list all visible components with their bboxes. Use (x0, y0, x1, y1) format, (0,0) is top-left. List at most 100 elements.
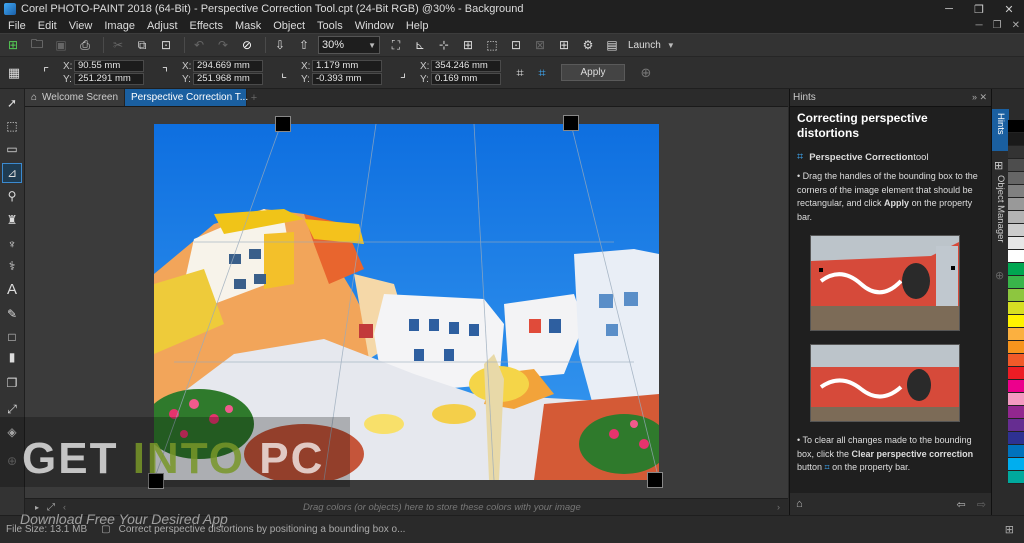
palette-swatch[interactable] (1008, 237, 1024, 250)
x-field-3[interactable]: 1.179 mm (312, 60, 382, 72)
paint-tool-icon[interactable]: ✎ (2, 304, 22, 324)
clone-tool-icon[interactable]: ♜ (2, 210, 22, 230)
launch-icon[interactable]: ▤ (602, 35, 622, 55)
perspective-correction-tool-icon[interactable]: ⊿ (2, 163, 22, 183)
menu-adjust[interactable]: Adjust (141, 20, 184, 32)
show-guidelines-icon[interactable]: ⊹ (434, 35, 454, 55)
menu-image[interactable]: Image (98, 20, 141, 32)
palette-swatch[interactable] (1008, 393, 1024, 406)
hints-forward-icon[interactable]: ⇨ (977, 499, 986, 511)
undo-icon[interactable]: ↶ (189, 35, 209, 55)
palette-swatch[interactable] (1008, 367, 1024, 380)
palette-swatch[interactable] (1008, 250, 1024, 263)
palette-swatch[interactable] (1008, 341, 1024, 354)
hints-home-icon[interactable]: ⌂ (796, 498, 803, 510)
apply-button[interactable]: Apply (561, 64, 625, 81)
object-manager-icon[interactable]: ⊞ (994, 159, 1003, 172)
palette-swatch[interactable] (1008, 406, 1024, 419)
bounding-box-handle-top-left[interactable] (275, 116, 291, 132)
x-field-2[interactable]: 294.669 mm (193, 60, 263, 72)
doc-minimize-icon[interactable]: ─ (976, 20, 983, 31)
palette-swatch[interactable] (1008, 172, 1024, 185)
palette-swatch[interactable] (1008, 146, 1024, 159)
hints-back-icon[interactable]: ⇦ (957, 499, 966, 511)
docker-add-icon[interactable]: ⊕ (995, 269, 1004, 282)
show-rulers-icon[interactable]: ⊾ (410, 35, 430, 55)
eyedropper-tool-icon[interactable]: ⤢ (2, 399, 22, 419)
palette-swatch[interactable] (1008, 276, 1024, 289)
mask-overlay-icon[interactable]: ⊠ (530, 35, 550, 55)
palette-swatch[interactable] (1008, 458, 1024, 471)
crop-perspective-icon[interactable]: ⌗ (509, 62, 531, 84)
palette-swatch[interactable] (1008, 224, 1024, 237)
print-icon[interactable]: ⎙ (75, 35, 95, 55)
y-field-3[interactable]: -0.393 mm (312, 73, 382, 85)
palette-swatch[interactable] (1008, 159, 1024, 172)
rectangle-tool-icon[interactable]: □ (2, 327, 22, 347)
export-icon[interactable]: ⇧ (294, 35, 314, 55)
palette-swatch[interactable] (1008, 315, 1024, 328)
menu-window[interactable]: Window (349, 20, 400, 32)
palette-swatch[interactable] (1008, 328, 1024, 341)
cut-icon[interactable]: ✂ (108, 35, 128, 55)
menu-help[interactable]: Help (400, 20, 435, 32)
menu-file[interactable]: File (2, 20, 32, 32)
zoom-level-select[interactable]: 30% ▼ (318, 36, 380, 54)
bounding-box-handle-top-right[interactable] (563, 115, 579, 131)
red-eye-tool-icon[interactable]: ⚕ (2, 256, 22, 276)
docker-tab-object-manager[interactable]: Object Manager (992, 175, 1009, 255)
tool-presets-icon[interactable]: ▦ (3, 62, 25, 84)
palette-swatch[interactable] (1008, 263, 1024, 276)
copy-icon[interactable]: ⧉ (132, 35, 152, 55)
transform-tool-icon[interactable]: ⬚ (2, 116, 22, 136)
menu-effects[interactable]: Effects (184, 20, 229, 32)
palette-swatch[interactable] (1008, 380, 1024, 393)
palette-swatch[interactable] (1008, 419, 1024, 432)
minimize-button[interactable]: ─ (934, 0, 964, 18)
palette-swatch[interactable] (1008, 354, 1024, 367)
palette-swatch[interactable] (1008, 445, 1024, 458)
pick-tool-icon[interactable]: ➚ (2, 93, 22, 113)
import-icon[interactable]: ⇩ (270, 35, 290, 55)
palette-swatch[interactable] (1008, 302, 1024, 315)
drop-shadow-tool-icon[interactable]: ❐ (2, 373, 22, 393)
x-field-1[interactable]: 90.55 mm (74, 60, 144, 72)
mask-tool-icon[interactable]: ▭ (2, 139, 22, 159)
smear-tool-icon[interactable]: ♆ (2, 234, 22, 254)
options-gear-icon[interactable]: ⚙ (578, 35, 598, 55)
paste-icon[interactable]: ⊡ (156, 35, 176, 55)
palette-swatch[interactable] (1008, 211, 1024, 224)
save-icon[interactable]: ▣ (51, 35, 71, 55)
palette-swatch[interactable] (1008, 432, 1024, 445)
show-mask-icon[interactable]: ⬚ (482, 35, 502, 55)
redo-icon[interactable]: ↷ (213, 35, 233, 55)
y-field-1[interactable]: 251.291 mm (74, 73, 144, 85)
zoom-tool-icon[interactable]: ⚲ (2, 186, 22, 206)
open-icon[interactable]: 🗀 (27, 35, 47, 55)
restore-icon[interactable]: ⊘ (237, 35, 257, 55)
y-field-2[interactable]: 251.968 mm (193, 73, 263, 85)
show-bounding-icon[interactable]: ⊡ (506, 35, 526, 55)
menu-mask[interactable]: Mask (229, 20, 267, 32)
menu-view[interactable]: View (63, 20, 99, 32)
tab-perspective-correction[interactable]: Perspective Correction T... (125, 89, 248, 106)
palette-swatch[interactable] (1008, 185, 1024, 198)
clear-perspective-correction-icon[interactable]: ⌗ (531, 62, 553, 84)
tab-welcome-screen[interactable]: ⌂ Welcome Screen (25, 89, 126, 106)
maximize-button[interactable]: ❐ (964, 0, 994, 18)
eraser-tool-icon[interactable]: ▮ (2, 347, 22, 367)
doc-restore-icon[interactable]: ❐ (993, 20, 1002, 31)
palette-swatch[interactable] (1008, 471, 1024, 484)
palette-swatch[interactable] (1008, 289, 1024, 302)
doc-close-icon[interactable]: ✕ (1012, 20, 1020, 31)
new-tab-icon[interactable]: + (247, 89, 261, 106)
mask-marquee-icon[interactable]: ⊞ (554, 35, 574, 55)
palette-swatch[interactable] (1008, 133, 1024, 146)
show-grid-icon[interactable]: ⊞ (458, 35, 478, 55)
bounding-box-handle-bottom-right[interactable] (647, 472, 663, 488)
menu-tools[interactable]: Tools (311, 20, 349, 32)
menu-edit[interactable]: Edit (32, 20, 63, 32)
add-preset-icon[interactable]: ⊕ (635, 62, 657, 84)
zoom-to-fit-icon[interactable]: ⛶ (386, 35, 406, 55)
palette-swatch[interactable] (1008, 120, 1024, 133)
